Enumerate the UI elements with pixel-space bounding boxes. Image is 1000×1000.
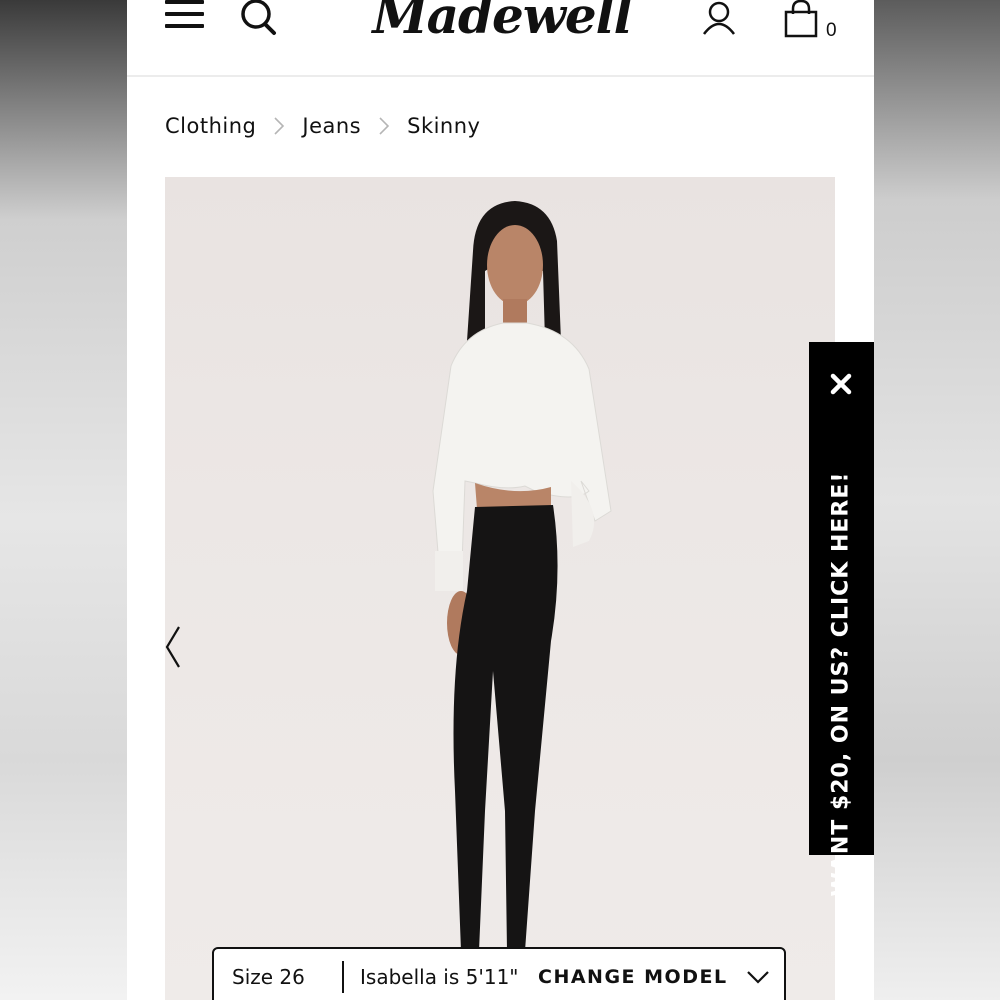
background-left: [0, 0, 127, 1000]
chevron-left-icon[interactable]: [165, 623, 185, 671]
size-model-bar: Size 26 Isabella is 5'11" CHANGE MODEL: [212, 947, 786, 1000]
chevron-down-icon[interactable]: [746, 970, 770, 984]
close-icon[interactable]: [827, 370, 855, 398]
breadcrumb-clothing[interactable]: Clothing: [165, 114, 256, 138]
shopping-bag-icon[interactable]: [781, 0, 821, 38]
breadcrumb: Clothing Jeans Skinny: [165, 110, 480, 142]
model-photo: [432, 201, 612, 951]
product-image[interactable]: [165, 177, 835, 1000]
change-model-button[interactable]: CHANGE MODEL: [538, 966, 728, 988]
menu-icon[interactable]: [165, 0, 207, 34]
breadcrumb-jeans[interactable]: Jeans: [302, 114, 361, 138]
search-icon[interactable]: [239, 0, 279, 36]
promo-text[interactable]: WANT $20, ON US? CLICK HERE!: [829, 472, 854, 897]
size-label: Size 26: [232, 965, 305, 989]
model-info: Isabella is 5'11": [360, 965, 519, 989]
product-page: Madewell 0 Clothing Jeans Skinny Size 26…: [127, 0, 874, 1000]
brand-logo[interactable]: Madewell: [372, 0, 632, 48]
site-header: Madewell 0: [127, 0, 874, 77]
chevron-right-icon: [379, 117, 390, 135]
promo-tab[interactable]: WANT $20, ON US? CLICK HERE!: [809, 342, 874, 896]
background-right: [874, 0, 1000, 1000]
chevron-right-icon: [274, 117, 285, 135]
breadcrumb-skinny[interactable]: Skinny: [407, 114, 480, 138]
bag-count: 0: [826, 20, 837, 41]
account-icon[interactable]: [699, 0, 739, 36]
